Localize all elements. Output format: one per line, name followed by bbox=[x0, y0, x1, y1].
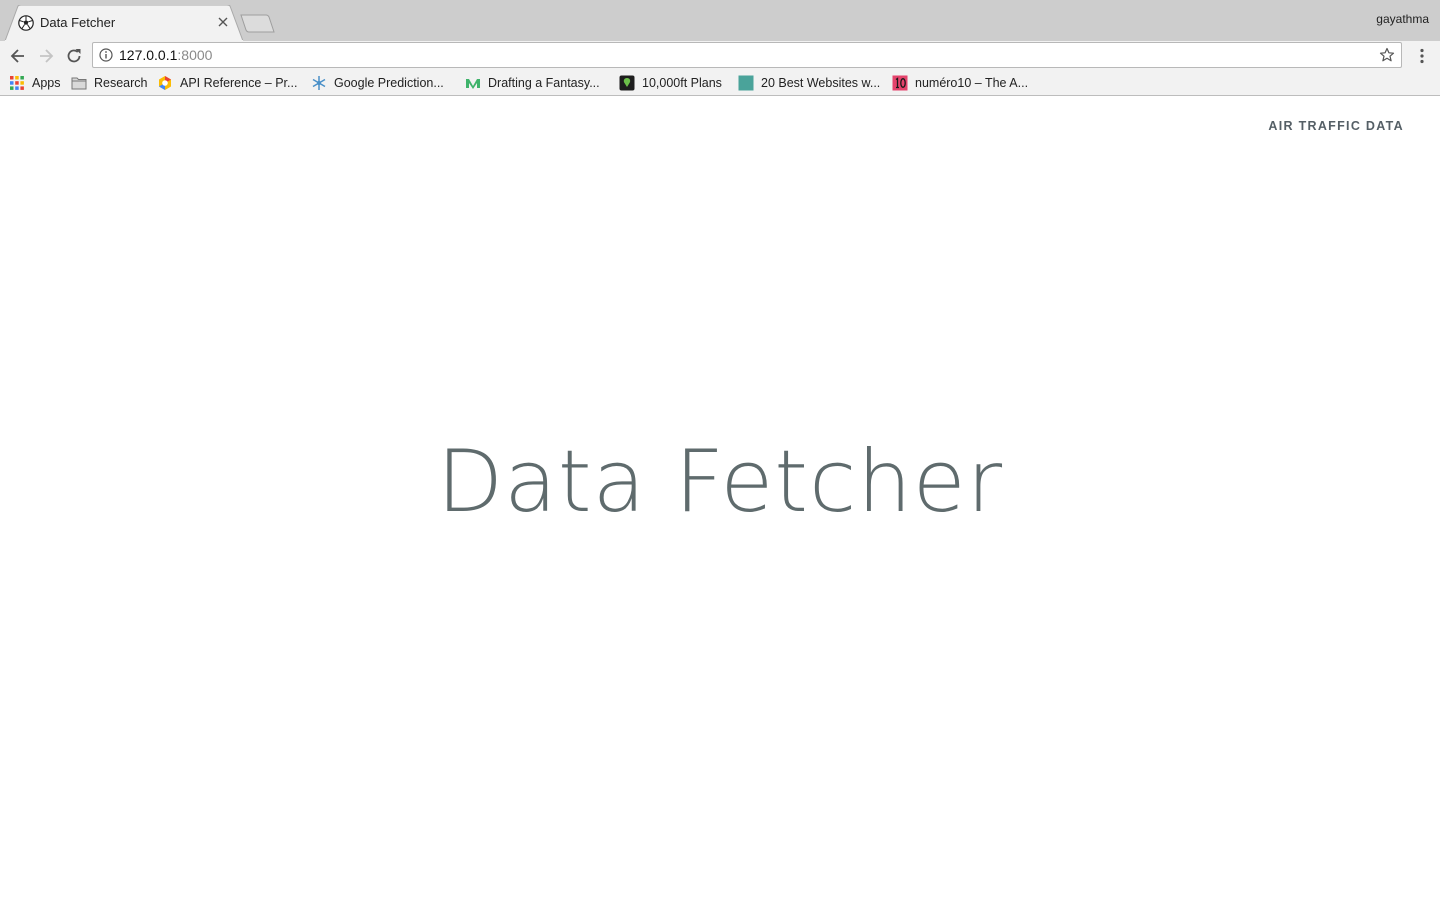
tab-strip: Data Fetcher gayathma bbox=[0, 0, 1440, 41]
medium-icon bbox=[466, 79, 480, 89]
new-tab-button[interactable] bbox=[238, 14, 278, 34]
soccer-ball-icon bbox=[18, 15, 34, 31]
bookmark-apps[interactable]: Apps bbox=[9, 74, 61, 92]
apps-grid-icon bbox=[10, 76, 24, 90]
bookmarks-bar: Apps Research API Reference – Pr... Goog… bbox=[0, 70, 1440, 96]
hero-title: Data Fetcher bbox=[436, 432, 1004, 532]
bookmark-20-best-websites[interactable]: 20 Best Websites w... bbox=[738, 74, 880, 92]
bookmark-label: API Reference – Pr... bbox=[180, 76, 298, 90]
bookmark-drafting-fantasy[interactable]: Drafting a Fantasy... bbox=[465, 74, 600, 92]
teal-square-icon bbox=[738, 75, 754, 91]
toolbar: 127.0.0.1:8000 bbox=[0, 41, 1440, 70]
url-port: :8000 bbox=[177, 47, 213, 63]
browser-window: Data Fetcher gayathma 127.0.0.1:8000 App… bbox=[0, 0, 1440, 900]
bookmark-numero10[interactable]: numéro10 – The A... bbox=[892, 74, 1028, 92]
url-host: 127.0.0.1 bbox=[119, 47, 178, 63]
page-content: AIR TRAFFIC DATA Data Fetcher bbox=[0, 97, 1440, 900]
numero10-icon bbox=[892, 75, 908, 91]
bookmark-label: Research bbox=[94, 76, 148, 90]
address-bar[interactable]: 127.0.0.1:8000 bbox=[92, 42, 1402, 68]
10000ft-icon bbox=[619, 75, 635, 91]
google-cloud-icon bbox=[159, 76, 171, 90]
snowflake-icon bbox=[312, 76, 326, 90]
info-icon[interactable] bbox=[99, 48, 113, 62]
bookmark-label: Drafting a Fantasy... bbox=[488, 76, 600, 90]
bookmark-label: Google Prediction... bbox=[334, 76, 444, 90]
bookmark-api-reference[interactable]: API Reference – Pr... bbox=[157, 74, 297, 92]
bookmark-research[interactable]: Research bbox=[71, 74, 148, 92]
nav-link-air-traffic-data[interactable]: AIR TRAFFIC DATA bbox=[1268, 119, 1404, 133]
tab-title: Data Fetcher bbox=[40, 15, 116, 30]
more-vert-icon[interactable] bbox=[1412, 46, 1432, 66]
bookmark-label: Apps bbox=[32, 76, 61, 90]
bookmark-label: numéro10 – The A... bbox=[915, 76, 1029, 90]
tab-data-fetcher[interactable]: Data Fetcher bbox=[5, 5, 243, 41]
forward-arrow-icon[interactable] bbox=[36, 46, 56, 66]
profile-name[interactable]: gayathma bbox=[1376, 12, 1429, 26]
bookmark-label: 20 Best Websites w... bbox=[761, 76, 881, 90]
url-text[interactable]: 127.0.0.1:8000 bbox=[119, 47, 212, 64]
bookmark-google-prediction[interactable]: Google Prediction... bbox=[311, 74, 444, 92]
back-arrow-icon[interactable] bbox=[8, 46, 28, 66]
bookmark-label: 10,000ft Plans bbox=[642, 76, 722, 90]
close-icon[interactable] bbox=[216, 15, 230, 29]
reload-icon[interactable] bbox=[64, 46, 84, 66]
bookmark-star-icon[interactable] bbox=[1379, 47, 1395, 63]
folder-icon bbox=[71, 77, 87, 90]
bookmark-10000ft-plans[interactable]: 10,000ft Plans bbox=[619, 74, 722, 92]
